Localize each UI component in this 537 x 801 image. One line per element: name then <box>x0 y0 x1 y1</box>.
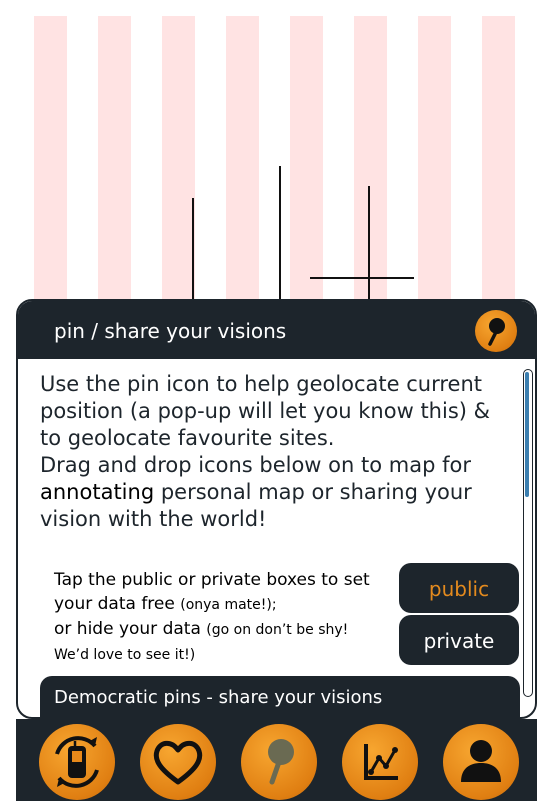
description-paragraph: Use the pin icon to help geolocate curre… <box>40 372 491 450</box>
map-stripe <box>354 16 387 316</box>
map-stripe <box>34 16 67 316</box>
public-button[interactable]: public <box>399 563 519 613</box>
democratic-pins-label: Democratic pins - share your visions <box>54 687 383 708</box>
democratic-pins-bar[interactable]: Democratic pins - share your visions <box>40 676 520 717</box>
map-stripe <box>290 16 323 316</box>
user-icon[interactable] <box>443 724 519 800</box>
heart-icon[interactable] <box>140 724 216 800</box>
map-stripe <box>162 16 195 316</box>
popup-title: pin / share your visions <box>54 319 287 343</box>
popup-description: Use the pin icon to help geolocate curre… <box>40 371 510 533</box>
info-popup: pin / share your visions Use the pin ico… <box>16 299 537 719</box>
scrollbar-thumb[interactable] <box>525 372 529 497</box>
map-view[interactable] <box>0 0 537 320</box>
map-marker-line <box>192 198 194 302</box>
map-crosshair-line <box>310 277 414 279</box>
pin-icon[interactable] <box>241 724 317 800</box>
map-stripe <box>98 16 131 316</box>
emphasis-text: annotating <box>40 480 155 504</box>
map-stripe <box>226 16 259 316</box>
map-stripe <box>418 16 451 316</box>
bottom-toolbar <box>16 719 537 801</box>
chart-icon[interactable] <box>342 724 418 800</box>
private-button[interactable]: private <box>399 615 519 665</box>
privacy-instructions: Tap the public or private boxes to set y… <box>54 570 370 663</box>
scrollbar[interactable] <box>523 369 533 697</box>
description-paragraph: Drag and drop icons below on to map for … <box>40 453 472 531</box>
map-stripe <box>482 16 515 316</box>
pin-icon[interactable] <box>475 310 517 352</box>
map-marker-line <box>368 186 370 302</box>
sync-phone-icon[interactable] <box>39 724 115 800</box>
popup-header: pin / share your visions <box>18 301 535 359</box>
map-marker-line <box>279 166 281 302</box>
